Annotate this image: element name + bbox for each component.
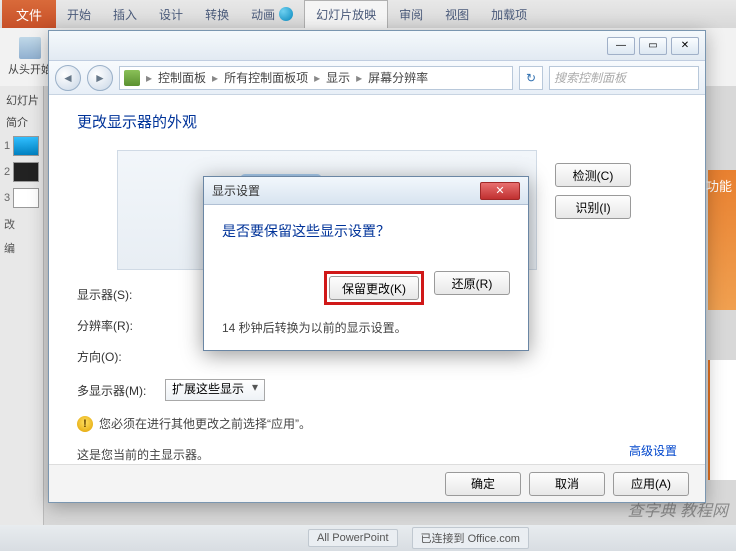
maximize-button[interactable]: ▭ <box>639 37 667 55</box>
dialog-question: 是否要保留这些显示设置？ <box>222 221 510 241</box>
sidebar-tab-intro[interactable]: 简介 <box>2 112 41 134</box>
cp-footer: 确定 取消 应用(A) <box>49 464 705 502</box>
display-label: 显示器(S): <box>77 286 165 303</box>
slide-thumb-1[interactable]: 1 <box>2 134 41 158</box>
back-button[interactable]: ◄ <box>55 65 81 91</box>
display-settings-dialog: 显示设置 ✕ 是否要保留这些显示设置？ 保留更改(K) 还原(R) 14 秒钟后… <box>203 176 529 351</box>
bc-item-2[interactable]: 显示 <box>326 69 350 86</box>
tab-view[interactable]: 视图 <box>434 0 480 28</box>
right-slide-peek-2 <box>708 360 736 480</box>
tab-slideshow[interactable]: 幻灯片放映 <box>304 0 388 28</box>
tab-animation[interactable]: 动画 <box>240 0 304 28</box>
keep-changes-button[interactable]: 保留更改(K) <box>329 276 419 300</box>
resolution-label: 分辨率(R): <box>77 317 165 334</box>
advanced-settings-link[interactable]: 高级设置 <box>629 444 677 458</box>
control-panel-icon <box>124 70 140 86</box>
forward-button[interactable]: ► <box>87 65 113 91</box>
slide-sidebar: 幻灯片 简介 1 2 3 改 编 <box>0 86 44 551</box>
status-connected: 已连接到 Office.com <box>412 527 529 549</box>
dialog-titlebar[interactable]: 显示设置 ✕ <box>204 177 528 205</box>
status-bar: All PowerPoint 已连接到 Office.com <box>0 525 736 551</box>
detect-button[interactable]: 检测(C) <box>555 163 631 187</box>
warning-text: 您必须在进行其他更改之前选择“应用”。 <box>99 415 311 432</box>
tab-addins[interactable]: 加载项 <box>480 0 538 28</box>
warning-row: ! 您必须在进行其他更改之前选择“应用”。 <box>77 415 677 432</box>
window-titlebar: — ▭ ✕ <box>49 31 705 61</box>
primary-display-note: 这是您当前的主显示器。 <box>77 446 209 463</box>
orientation-label: 方向(O): <box>77 348 165 365</box>
bc-item-0[interactable]: 控制面板 <box>158 69 206 86</box>
navbar: ◄ ► ▸ 控制面板▸ 所有控制面板项▸ 显示▸ 屏幕分辨率 ↻ 搜索控制面板 <box>49 61 705 95</box>
refresh-button[interactable]: ↻ <box>519 66 543 90</box>
tab-transition[interactable]: 转换 <box>194 0 240 28</box>
dialog-title: 显示设置 <box>212 182 260 199</box>
keep-button-highlight: 保留更改(K) <box>324 271 424 305</box>
warning-icon: ! <box>77 416 93 432</box>
right-feature-label: 功能 <box>706 176 732 195</box>
tab-home[interactable]: 开始 <box>56 0 102 28</box>
ok-button[interactable]: 确定 <box>445 472 521 496</box>
ribbon-tabs: 开始 插入 设计 转换 动画 幻灯片放映 审阅 视图 加载项 <box>56 0 538 28</box>
edit-label: 编 <box>2 236 41 260</box>
from-start-button[interactable]: 从头开始 <box>8 37 52 77</box>
multi-label: 多显示器(M): <box>77 382 165 399</box>
revert-button[interactable]: 还原(R) <box>434 271 510 295</box>
status-all-pp: All PowerPoint <box>308 529 398 547</box>
slide-thumb-2[interactable]: 2 <box>2 160 41 184</box>
ribbon-tabs-row: 文件 开始 插入 设计 转换 动画 幻灯片放映 审阅 视图 加载项 <box>0 0 736 28</box>
file-tab[interactable]: 文件 <box>2 0 56 28</box>
minimize-button[interactable]: — <box>607 37 635 55</box>
cancel-button[interactable]: 取消 <box>529 472 605 496</box>
watermark: 查字典 教程网 <box>628 497 728 521</box>
tab-design[interactable]: 设计 <box>148 0 194 28</box>
page-heading: 更改显示器的外观 <box>77 111 677 132</box>
sidebar-tab-slides[interactable]: 幻灯片 <box>2 90 41 112</box>
breadcrumb[interactable]: ▸ 控制面板▸ 所有控制面板项▸ 显示▸ 屏幕分辨率 <box>119 66 513 90</box>
bc-item-3[interactable]: 屏幕分辨率 <box>368 69 428 86</box>
remark-label: 改 <box>2 212 41 236</box>
identify-button[interactable]: 识别(I) <box>555 195 631 219</box>
dialog-close-button[interactable]: ✕ <box>480 182 520 200</box>
tab-insert[interactable]: 插入 <box>102 0 148 28</box>
search-input[interactable]: 搜索控制面板 <box>549 66 699 90</box>
dialog-countdown: 14 秒钟后转换为以前的显示设置。 <box>222 319 510 336</box>
apply-button[interactable]: 应用(A) <box>613 472 689 496</box>
multi-display-select[interactable]: 扩展这些显示 <box>165 379 265 401</box>
tab-review[interactable]: 审阅 <box>388 0 434 28</box>
play-icon <box>19 37 41 59</box>
close-button[interactable]: ✕ <box>671 37 699 55</box>
bc-item-1[interactable]: 所有控制面板项 <box>224 69 308 86</box>
animation-icon <box>279 7 293 21</box>
slide-thumb-3[interactable]: 3 <box>2 186 41 210</box>
